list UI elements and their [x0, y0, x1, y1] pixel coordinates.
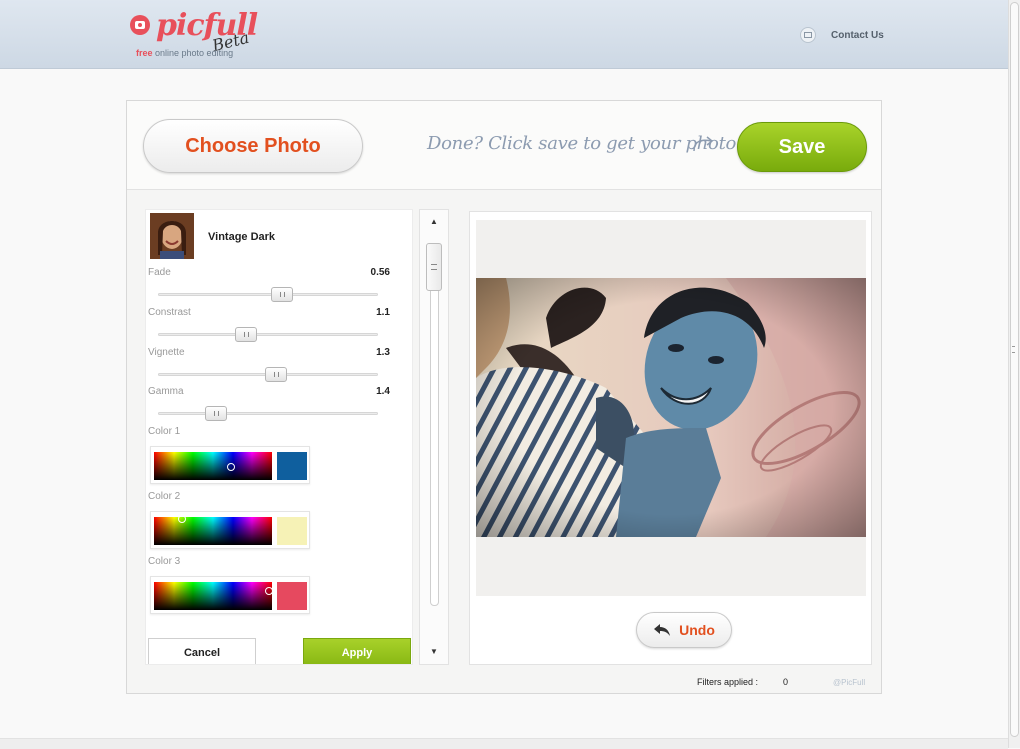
scroll-down-icon[interactable]: ▼	[420, 642, 448, 660]
undo-label: Undo	[679, 622, 715, 638]
gamma-value: 1.4	[376, 386, 390, 397]
contrast-slider[interactable]	[158, 327, 378, 342]
fade-slider[interactable]	[158, 287, 378, 302]
color-3-spectrum[interactable]	[154, 582, 273, 610]
color-2-spectrum[interactable]	[154, 515, 272, 545]
cancel-button[interactable]: Cancel	[148, 638, 256, 664]
vignette-slider-handle[interactable]	[265, 367, 287, 382]
tagline-rest: online photo editing	[152, 48, 234, 58]
credit-text: @PicFull	[833, 678, 866, 687]
undo-arrow-icon	[654, 624, 671, 636]
fade-value: 0.56	[370, 267, 390, 278]
color-2-marker[interactable]	[178, 515, 186, 523]
color-1-label: Color 1	[148, 426, 181, 437]
contact-link[interactable]: Contact Us	[800, 26, 884, 44]
photo-preview: Undo	[469, 211, 872, 665]
camera-icon	[130, 15, 150, 35]
contrast-label: Constrast	[148, 307, 191, 318]
color-3-picker[interactable]	[150, 576, 310, 614]
contrast-slider-handle[interactable]	[235, 327, 257, 342]
editor-toolbar: Choose Photo Done? Click save to get you…	[127, 101, 881, 190]
save-button[interactable]: Save	[737, 122, 867, 172]
color-3-marker[interactable]	[265, 587, 273, 595]
undo-button[interactable]: Undo	[636, 612, 732, 648]
filter-name: Vintage Dark	[208, 231, 276, 243]
gamma-label: Gamma	[148, 386, 184, 397]
filters-applied-count: 0	[783, 677, 789, 687]
gamma-slider[interactable]	[158, 406, 378, 421]
color-2-picker[interactable]	[150, 511, 310, 549]
choose-photo-button[interactable]: Choose Photo	[143, 119, 363, 173]
filter-thumbnail	[150, 213, 194, 259]
color-2-swatch	[277, 517, 307, 545]
color-1-marker[interactable]	[227, 463, 235, 471]
apply-button[interactable]: Apply	[303, 638, 411, 664]
fade-label: Fade	[148, 267, 171, 278]
picfull-logo[interactable]: picfull Beta free online photo editing	[130, 8, 260, 60]
tagline-free: free	[136, 48, 153, 58]
edited-photo	[476, 278, 866, 537]
contact-label: Contact Us	[831, 29, 884, 41]
vignette-label: Vignette	[148, 347, 185, 358]
color-1-spectrum[interactable]	[154, 452, 272, 480]
filter-scroll-track[interactable]	[430, 244, 439, 606]
logo-tagline: free online photo editing	[136, 48, 233, 58]
editor-panel: Choose Photo Done? Click save to get you…	[126, 100, 882, 694]
color-3-swatch	[277, 582, 307, 610]
filter-scroll-thumb[interactable]	[426, 243, 442, 291]
page-scrollbar-thumb[interactable]	[1010, 2, 1019, 737]
color-1-picker[interactable]	[150, 446, 310, 484]
gamma-slider-handle[interactable]	[205, 406, 227, 421]
filter-list-scrollbar[interactable]: ▲ ▼	[419, 209, 449, 665]
mail-icon	[800, 27, 816, 43]
page-footer-strip	[0, 738, 1008, 749]
color-2-label: Color 2	[148, 491, 181, 502]
contrast-value: 1.1	[376, 307, 390, 318]
scrollbar-grip-icon	[1012, 346, 1015, 353]
filter-settings: Vintage Dark Fade 0.56 Constrast 1.1 Vig…	[145, 209, 413, 665]
color-3-label: Color 3	[148, 556, 181, 567]
page-scrollbar[interactable]	[1008, 0, 1020, 748]
curved-arrow-icon	[693, 136, 714, 152]
vignette-slider[interactable]	[158, 367, 378, 382]
filters-applied-label: Filters applied :	[697, 677, 759, 687]
fade-slider-handle[interactable]	[271, 287, 293, 302]
site-header: picfull Beta free online photo editing C…	[0, 0, 1008, 69]
vignette-value: 1.3	[376, 347, 390, 358]
color-1-swatch	[277, 452, 307, 480]
scroll-up-icon[interactable]: ▲	[420, 212, 448, 230]
